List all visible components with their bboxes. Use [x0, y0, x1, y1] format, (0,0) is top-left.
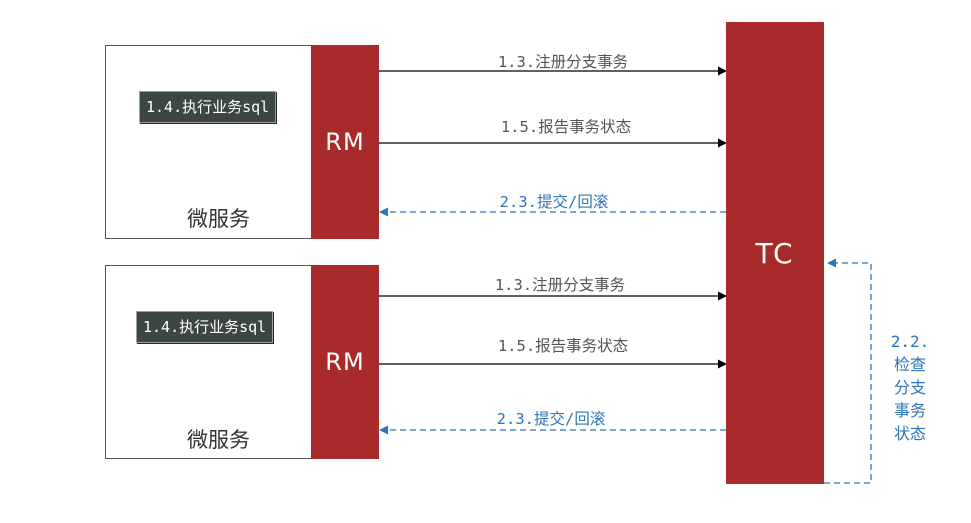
self-check-line-3: 分支: [893, 378, 926, 397]
label-register-upper: 1.3.注册分支事务: [497, 53, 629, 71]
execute-sql-task-upper: 1.4.执行业务sql: [139, 91, 277, 123]
rm-box-lower: RM: [311, 265, 379, 459]
label-tc-self-check: 2.2. 检查 分支 事务 状态: [880, 330, 940, 445]
self-check-line-1: 2.2.: [890, 332, 930, 351]
execute-sql-task-lower: 1.4.执行业务sql: [136, 311, 274, 343]
microservice-label-lower: 微服务: [187, 428, 250, 452]
label-commit-rollback-upper: 2.3.提交/回滚: [499, 193, 609, 211]
self-check-line-2: 检查: [893, 355, 926, 374]
label-register-lower: 1.3.注册分支事务: [494, 276, 626, 294]
tc-box: TC: [726, 22, 824, 484]
label-report-upper: 1.5.报告事务状态: [500, 118, 632, 136]
self-check-line-4: 事务: [893, 401, 926, 420]
microservice-label-upper: 微服务: [187, 207, 250, 231]
diagram-canvas: 1.4.执行业务sql 微服务 RM 1.3.注册分支事务 1.5.报告事务状态…: [0, 0, 971, 523]
label-commit-rollback-lower: 2.3.提交/回滚: [496, 410, 606, 428]
self-check-line-5: 状态: [893, 424, 926, 443]
rm-box-upper: RM: [311, 45, 379, 239]
arrow-tc-self-check: [824, 258, 872, 484]
label-report-lower: 1.5.报告事务状态: [497, 337, 629, 355]
